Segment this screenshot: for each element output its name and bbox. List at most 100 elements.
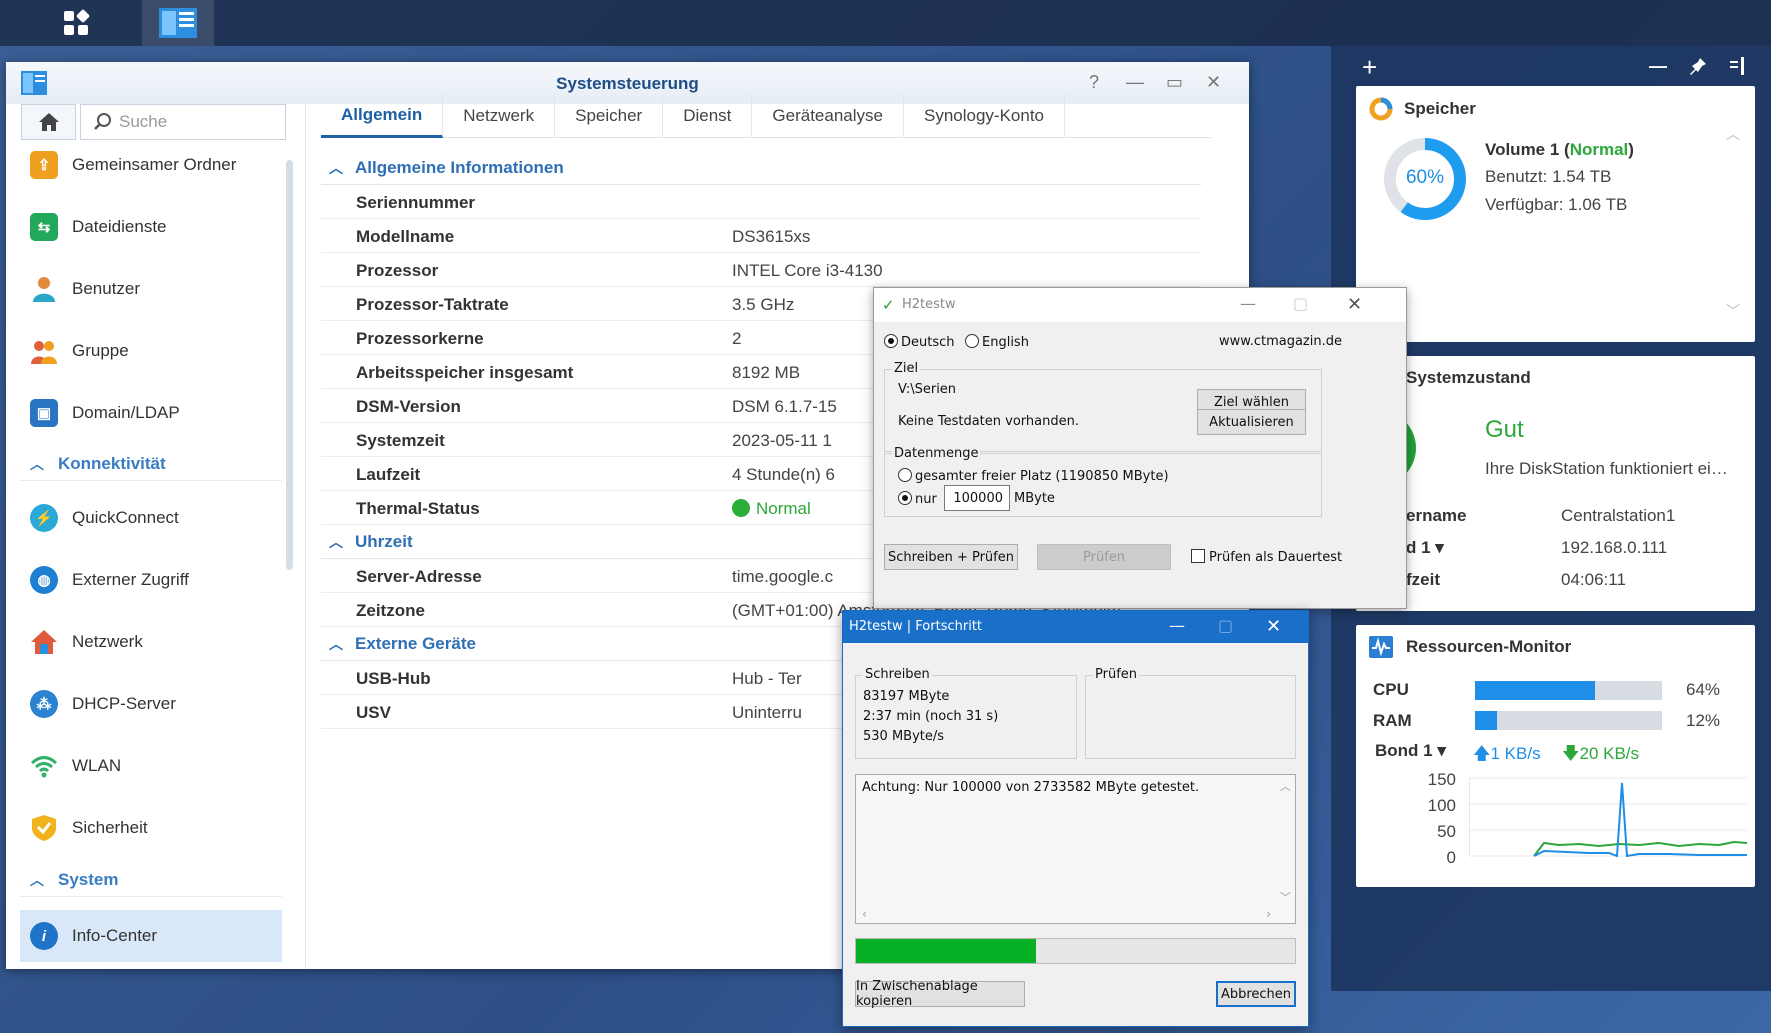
system-health-widget: Systemzustand Gut Ihre DiskStation funkt… (1356, 356, 1755, 611)
h2testw-close[interactable]: ✕ (1347, 294, 1362, 315)
info-row: Prozessor INTEL Core i3-4130 (321, 253, 1201, 287)
h2testw-title: H2testw (902, 297, 956, 312)
health-row-1-val: 192.168.0.111 (1561, 538, 1668, 557)
resource-monitor-title: Ressourcen-Monitor (1406, 637, 1572, 656)
progress-maximize: ▢ (1218, 616, 1234, 635)
check-button: Prüfen (1037, 544, 1171, 570)
sidebar-item-shared-folder[interactable]: ⇪ Gemeinsamer Ordner (20, 141, 282, 189)
tab-synology-konto[interactable]: Synology-Konto (904, 94, 1066, 138)
window-title: Systemsteuerung (556, 74, 699, 93)
sidebar-item-domain-ldap[interactable]: ▣ Domain/LDAP (20, 389, 282, 437)
taskbar-app-control-panel[interactable] (142, 0, 214, 46)
sidebar-item-group[interactable]: Gruppe (20, 327, 282, 375)
bond-selector[interactable]: Bond 1 ▾ (1375, 741, 1446, 761)
radio-icon (898, 491, 912, 505)
progress-minimize[interactable]: — (1169, 616, 1185, 635)
h2testw-minimize[interactable]: — (1240, 294, 1256, 313)
grid-icon (64, 9, 90, 35)
taskbar (0, 0, 1771, 46)
sidebar-scrollbar[interactable] (286, 160, 293, 570)
tab-dienst[interactable]: Dienst (663, 94, 753, 138)
progress-titlebar[interactable]: H2testw | Fortschritt — ▢ ✕ (843, 611, 1308, 643)
ram-bar (1475, 711, 1662, 730)
health-row-2-val: 04:06:11 (1561, 570, 1626, 589)
write-check-button[interactable]: Schreiben + Prüfen (884, 544, 1018, 570)
lang-english-radio[interactable]: English (965, 334, 1029, 350)
arrow-up-icon: 🡅 (1473, 744, 1491, 763)
tab-netzwerk[interactable]: Netzwerk (443, 94, 556, 138)
user-icon (30, 275, 58, 303)
progress-close[interactable]: ✕ (1266, 616, 1281, 637)
tab-allgemein[interactable]: Allgemein (321, 94, 444, 138)
domain-icon: ▣ (30, 399, 58, 427)
scroll-left-icon[interactable]: ‹ (862, 907, 867, 921)
search-input[interactable]: Suche (80, 104, 286, 140)
sidebar-item-info-center[interactable]: i Info-Center (20, 910, 282, 962)
storage-percent: 60% (1405, 167, 1445, 188)
ram-percent: 12% (1686, 711, 1721, 730)
scroll-right-icon[interactable]: › (1266, 907, 1271, 921)
panel-icon[interactable] (1728, 56, 1746, 81)
download-rate: 🡇20 KB/s (1562, 744, 1640, 763)
ctmagazin-link[interactable]: www.ctmagazin.de (1219, 334, 1342, 349)
sidebar-item-user[interactable]: Benutzer (20, 265, 282, 313)
sidebar-item-quickconnect[interactable]: ⚡ QuickConnect (20, 494, 282, 542)
sidebar-group-system[interactable]: ︿ System (20, 863, 282, 897)
arrow-down-icon: 🡇 (1562, 744, 1580, 763)
sidebar-item-security[interactable]: Sicherheit (20, 804, 282, 852)
chevron-up-icon[interactable]: ︿ (1726, 124, 1740, 144)
network-chart (1469, 777, 1747, 858)
close-button[interactable]: ✕ (1206, 72, 1221, 93)
sidebar-item-wlan[interactable]: WLAN (20, 742, 282, 790)
info-row: Modellname DS3615xs (321, 219, 1201, 253)
check-group (1085, 675, 1296, 759)
chevron-down-icon[interactable]: ﹀ (1726, 301, 1740, 321)
chevron-up-icon: ︿ (329, 635, 343, 652)
globe-icon: ◍ (30, 566, 58, 594)
search-placeholder: Suche (119, 112, 168, 131)
loop-checkbox[interactable]: Prüfen als Dauertest (1191, 549, 1342, 565)
write-mbyte: 83197 MByte (863, 689, 950, 704)
widget-minimize-button[interactable]: — (1649, 56, 1667, 77)
cpu-label: CPU (1373, 680, 1409, 699)
health-row-1-key[interactable]: d 1 ▾ (1406, 538, 1444, 558)
main-menu-button[interactable] (40, 0, 112, 46)
maximize-button[interactable]: ▭ (1166, 72, 1183, 93)
opt-all-radio[interactable]: gesamter freier Platz (1190850 MByte) (898, 468, 1169, 484)
copy-clipboard-button[interactable]: In Zwischenablage kopieren (855, 979, 1025, 1009)
tab-speicher[interactable]: Speicher (555, 94, 664, 138)
sidebar-item-external-access[interactable]: ◍ Externer Zugriff (20, 556, 282, 604)
sidebar-group-connectivity[interactable]: ︿ Konnektivität (20, 447, 282, 481)
chevron-up-icon: ︿ (30, 871, 44, 888)
lang-deutsch-radio[interactable]: Deutsch (884, 334, 955, 350)
cancel-button[interactable]: Abbrechen (1216, 981, 1296, 1007)
ram-bar-fill (1475, 711, 1498, 730)
opt-nur-radio[interactable]: nur (898, 491, 937, 507)
file-services-icon: ⇆ (30, 213, 58, 241)
volume-status: Normal (1569, 140, 1629, 159)
home-button[interactable] (21, 104, 76, 140)
log-text: Achtung: Nur 100000 von 2733582 MByte ge… (862, 780, 1200, 795)
scroll-up-icon[interactable]: ︿ (1280, 778, 1291, 794)
h2testw-window: ✓ H2testw — ▢ ✕ Deutsch English www.ctma… (873, 287, 1407, 609)
volume-free: Verfügbar: 1.06 TB (1485, 195, 1628, 214)
help-button[interactable]: ? (1089, 72, 1099, 93)
log-textarea[interactable]: Achtung: Nur 100000 von 2733582 MByte ge… (855, 774, 1296, 924)
health-status: Gut (1485, 416, 1524, 443)
h2testw-titlebar[interactable]: ✓ H2testw — ▢ ✕ (874, 288, 1406, 322)
section-general-info[interactable]: ︿ Allgemeine Informationen (321, 151, 1201, 185)
aktualisieren-button[interactable]: Aktualisieren (1197, 409, 1306, 435)
y-tick-50: 50 (1437, 822, 1456, 841)
pin-icon[interactable] (1688, 56, 1708, 81)
widget-add-button[interactable]: + (1362, 52, 1377, 83)
storage-donut: 60% (1383, 137, 1467, 221)
minimize-button[interactable]: — (1126, 72, 1144, 93)
sidebar-item-network[interactable]: Netzwerk (20, 618, 282, 666)
info-icon: i (30, 922, 58, 950)
tab-geraeteanalyse[interactable]: Geräteanalyse (752, 94, 904, 138)
amount-input[interactable]: 100000 (944, 485, 1010, 511)
control-panel-icon (159, 8, 197, 38)
sidebar-item-file-services[interactable]: ⇆ Dateidienste (20, 203, 282, 251)
sidebar-item-dhcp[interactable]: ⁂ DHCP-Server (20, 680, 282, 728)
scroll-down-icon[interactable]: ﹀ (1280, 889, 1291, 905)
